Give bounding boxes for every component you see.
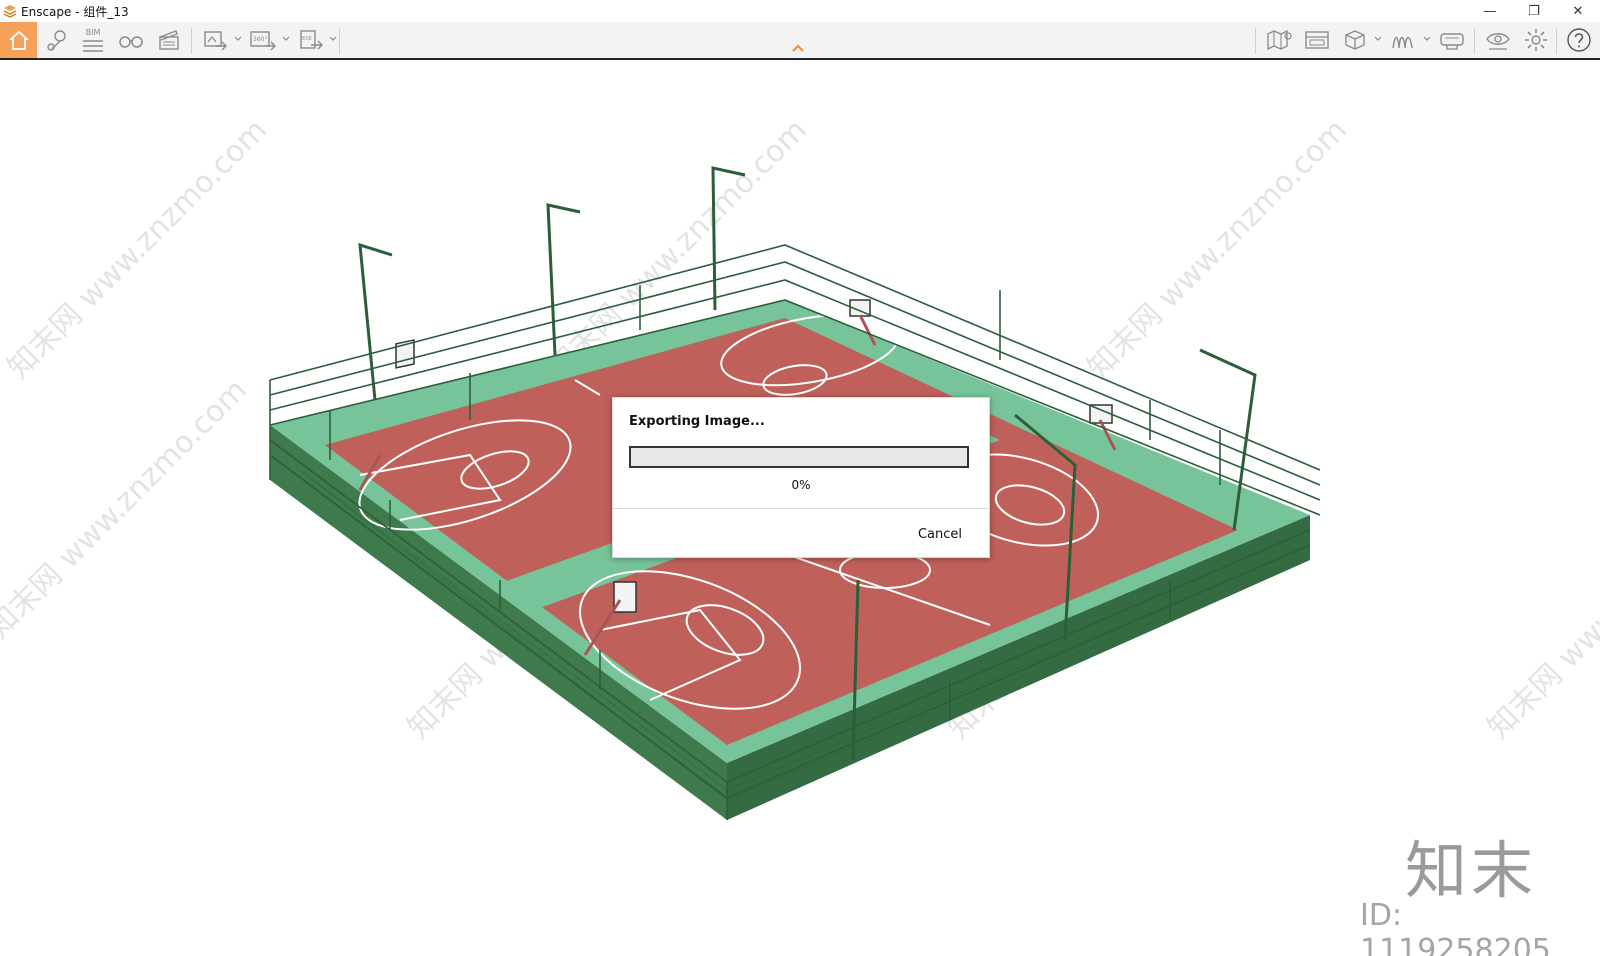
map-pin-icon <box>47 30 66 51</box>
exe-export-icon: EXE <box>300 30 323 50</box>
help-icon <box>1567 28 1591 52</box>
toolbar-separator <box>1556 28 1557 54</box>
main-toolbar: BIM 360° EXE <box>0 22 1600 60</box>
bim-label: BIM <box>85 27 101 37</box>
brand-watermark: 知末 <box>1405 834 1538 907</box>
settings-button[interactable] <box>1521 24 1551 56</box>
panorama-button[interactable]: 360° <box>248 24 278 56</box>
exe-label: EXE <box>302 36 312 42</box>
progress-percent-text: 0% <box>791 478 811 492</box>
material-dropdown[interactable] <box>1422 34 1432 44</box>
toolbar-separator <box>1255 28 1256 54</box>
asset-library-icon <box>1305 31 1329 49</box>
toolbar-separator <box>191 28 192 54</box>
watermark-text: 知末网 www.znzmo.com <box>1481 473 1600 746</box>
chevron-down-icon <box>1374 36 1382 41</box>
restore-icon: ❐ <box>1528 3 1540 19</box>
watermark-text: 知末网 www.znzmo.com <box>0 373 254 646</box>
minimize-icon: — <box>1483 3 1497 19</box>
image-id-watermark: ID: 1119258205 <box>1360 898 1551 956</box>
help-button[interactable] <box>1564 24 1594 56</box>
screenshot-dropdown[interactable] <box>233 34 243 44</box>
cube-icon <box>1345 30 1365 50</box>
video-editor-button[interactable] <box>154 24 184 56</box>
material-editor-icon <box>1392 36 1413 49</box>
map-button[interactable] <box>1264 24 1294 56</box>
chevron-down-icon <box>282 36 290 41</box>
walk-mode-button[interactable] <box>116 24 146 56</box>
window-controls: — ❐ ✕ <box>1468 0 1600 22</box>
maximize-button[interactable]: ❐ <box>1512 0 1556 22</box>
cancel-button[interactable]: Cancel <box>905 522 975 546</box>
home-icon <box>8 30 29 50</box>
watermark-text: 知末网 www.znzmo.com <box>1 113 274 386</box>
toolbar-separator <box>339 28 340 54</box>
home-button[interactable] <box>0 22 37 58</box>
screenshot-button[interactable] <box>200 24 230 56</box>
objects-button[interactable] <box>1340 24 1370 56</box>
vr-button[interactable] <box>1437 24 1467 56</box>
window-title: Enscape - 组件_13 <box>21 4 129 19</box>
watermark-text: 知末网 www.znzmo.com <box>1081 113 1354 386</box>
bim-icon <box>83 39 103 52</box>
screenshot-export-icon <box>204 31 227 51</box>
clapperboard-icon <box>159 30 179 50</box>
collapse-toolbar-icon[interactable] <box>790 42 806 54</box>
close-icon: ✕ <box>1572 3 1584 19</box>
bim-button[interactable]: BIM <box>78 24 108 56</box>
enscape-logo-icon <box>3 5 17 18</box>
dialog-divider <box>613 508 989 509</box>
chevron-down-icon <box>234 36 242 41</box>
visual-settings-eye-icon <box>1486 33 1510 50</box>
binoculars-icon <box>119 36 143 48</box>
export-dropdown[interactable] <box>328 34 338 44</box>
dialog-title: Exporting Image... <box>629 414 765 429</box>
material-editor-button[interactable] <box>1388 24 1418 56</box>
toolbar-separator <box>1474 28 1475 54</box>
chevron-down-icon <box>329 36 337 41</box>
panorama-label: 360° <box>253 36 267 43</box>
exe-export-button[interactable]: EXE <box>296 24 326 56</box>
minimize-button[interactable]: — <box>1468 0 1512 22</box>
close-window-button[interactable]: ✕ <box>1556 0 1600 22</box>
title-bar: Enscape - 组件_13 — ❐ ✕ <box>0 0 1600 22</box>
export-progress-bar <box>629 446 969 468</box>
panorama-dropdown[interactable] <box>281 34 291 44</box>
views-button[interactable] <box>42 24 72 56</box>
visual-settings-button[interactable] <box>1483 24 1513 56</box>
vr-headset-icon <box>1440 33 1464 50</box>
asset-library-button[interactable] <box>1302 24 1332 56</box>
map-icon <box>1267 29 1292 51</box>
export-progress-dialog: Exporting Image... 0% Cancel <box>612 397 990 558</box>
objects-dropdown[interactable] <box>1373 34 1383 44</box>
chevron-down-icon <box>1423 36 1431 41</box>
settings-gear-icon <box>1525 29 1547 51</box>
panorama-export-icon: 360° <box>250 31 276 51</box>
